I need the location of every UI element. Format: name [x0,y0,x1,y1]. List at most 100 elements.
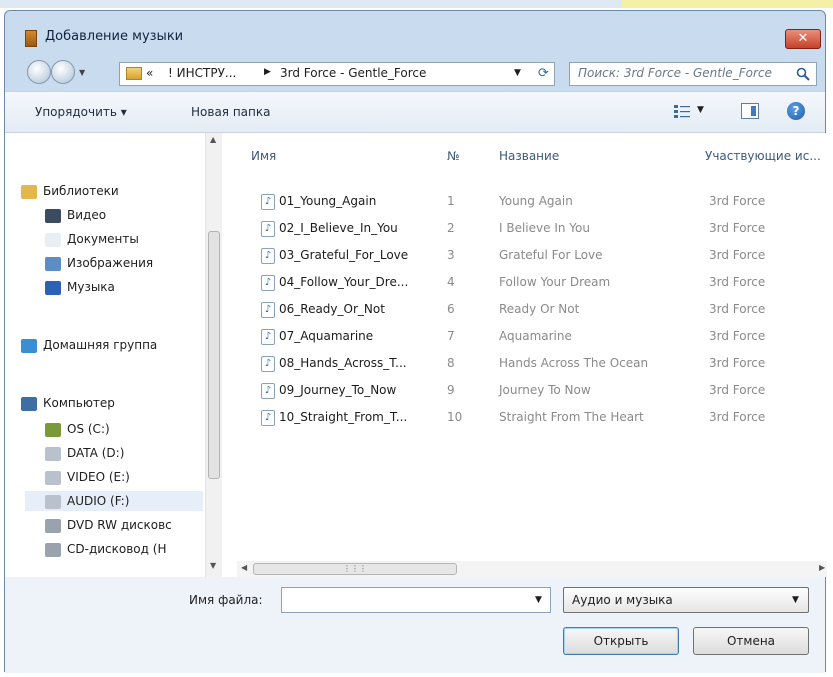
sidebar-item-label: DATA (D:) [67,446,125,460]
breadcrumb[interactable]: « ! ИНСТРУ... ▶ 3rd Force - Gentle_Force… [119,62,555,86]
navigation-pane: Библиотеки Видео Документы Изображения Музык… [5,133,237,577]
track-number: 10 [447,410,463,424]
filename-dropdown-icon[interactable]: ▼ [535,595,542,605]
refresh-icon[interactable]: ⟳ [538,66,549,81]
column-header-title[interactable]: Название [499,149,559,163]
audio-file-icon: ♪ [261,383,275,399]
breadcrumb-overflow[interactable]: « [146,66,153,80]
audio-file-icon: ♪ [261,410,275,426]
recent-pages-dropdown[interactable]: ▼ [79,68,85,77]
audio-file-icon: ♪ [261,356,275,372]
sidebar-item[interactable]: Библиотеки [21,181,119,201]
sidebar-item[interactable]: DVD RW дисковс [45,515,172,535]
search-icon[interactable] [796,67,810,81]
sidebar-item[interactable]: Документы [45,229,139,249]
scroll-up-icon[interactable]: ▲ [210,135,216,144]
pictures-icon [45,256,61,271]
file-row[interactable]: ♪ 09_Journey_To_Now 9 Journey To Now 3rd For… [237,378,827,405]
file-row[interactable]: ♪ 08_Hands_Across_T... 8 Hands Across The O… [237,351,827,378]
optical-drive-icon [45,518,61,533]
audio-file-icon: ♪ [261,329,275,345]
sidebar-item-label: CD-дисковод (H [67,542,167,556]
sidebar-item[interactable]: VIDEO (E:) [45,467,130,487]
sidebar-item[interactable]: DATA (D:) [45,443,124,463]
view-options-icon[interactable] [673,103,691,119]
column-header-number[interactable]: № [447,149,459,163]
scroll-right-icon[interactable]: ▶ [819,563,825,572]
scroll-down-icon[interactable]: ▼ [210,561,216,570]
audio-file-icon: ♪ [261,248,275,264]
sidebar-item-label: Документы [67,232,139,246]
sidebar-item-label: OS (C:) [67,422,110,436]
track-artist: 3rd Force [709,275,766,289]
address-dropdown-icon[interactable]: ▼ [514,68,521,78]
drive-icon [45,470,61,485]
file-row[interactable]: ♪ 06_Ready_Or_Not 6 Ready Or Not 3rd Force [237,297,827,324]
sidebar-item-label: Музыка [67,280,115,294]
navigation-scrollbar[interactable]: ▲ ▼ [205,133,222,577]
view-dropdown-icon[interactable]: ▼ [697,105,704,115]
libraries-icon [21,184,37,199]
file-row[interactable]: ♪ 01_Young_Again 1 Young Again 3rd Force [237,189,827,216]
file-type-select[interactable]: Аудио и музыка ▼ [563,587,809,613]
track-title: Journey To Now [499,383,591,397]
track-artist: 3rd Force [709,383,766,397]
file-row[interactable]: ♪ 07_Aquamarine 7 Aquamarine 3rd Force [237,324,827,351]
file-name: 06_Ready_Or_Not [279,302,385,316]
file-row[interactable]: ♪ 02_I_Believe_In_You 2 I Believe In You 3rd… [237,216,827,243]
sidebar-item[interactable]: OS (C:) [45,419,110,439]
track-number: 3 [447,248,455,262]
scroll-left-icon[interactable]: ◀ [241,563,247,572]
breadcrumb-segment[interactable]: ! ИНСТРУ... [168,66,236,80]
track-title: Ready Or Not [499,302,580,316]
new-folder-button[interactable]: Новая папка [191,105,270,119]
drive-c-icon [45,422,61,437]
sidebar-item[interactable]: AUDIO (F:) [25,491,203,511]
music-icon [45,280,61,295]
forward-button[interactable] [51,60,75,84]
file-row[interactable]: ♪ 04_Follow_Your_Dre... 4 Follow Your Dream… [237,270,827,297]
track-artist: 3rd Force [709,194,766,208]
preview-pane-icon[interactable] [741,103,759,119]
column-header-name[interactable]: Имя [251,149,276,163]
breadcrumb-segment[interactable]: 3rd Force - Gentle_Force [280,66,426,80]
file-row[interactable]: ♪ 10_Straight_From_T... 10 Straight From Th… [237,405,827,432]
background-strip [0,0,833,8]
file-row[interactable]: ♪ 03_Grateful_For_Love 3 Grateful For Love 3… [237,243,827,270]
sidebar-item[interactable]: Изображения [45,253,153,273]
sidebar-item[interactable]: Музыка [45,277,115,297]
track-title: Grateful For Love [499,248,603,262]
cancel-button[interactable]: Отмена [693,627,809,655]
track-title: Hands Across The Ocean [499,356,649,370]
track-number: 8 [447,356,455,370]
dialog-footer: Имя файла: ▼ Аудио и музыка ▼ Открыть От… [5,577,825,673]
track-artist: 3rd Force [709,302,766,316]
help-icon[interactable]: ? [787,102,805,120]
search-placeholder: Поиск: 3rd Force - Gentle_Force [578,66,772,80]
filename-input[interactable] [281,587,551,613]
column-header-artist[interactable]: Участвующие ис... [705,149,821,163]
homegroup-icon [21,338,37,353]
sidebar-item-label: DVD RW дисковс [67,518,172,532]
title-bar: Добавление музыки ✕ [5,11,825,59]
sidebar-item[interactable]: Компьютер [21,393,115,413]
sidebar-item[interactable]: Домашняя группа [21,335,157,355]
scroll-thumb[interactable] [208,231,220,479]
search-input[interactable]: Поиск: 3rd Force - Gentle_Force [569,62,817,86]
sidebar-item[interactable]: CD-дисковод (H [45,539,166,559]
horizontal-scrollbar[interactable]: ◀ ⋮⋮⋮ ▶ [237,561,827,577]
track-artist: 3rd Force [709,329,766,343]
file-name: 07_Aquamarine [279,329,374,343]
back-button[interactable] [27,60,51,84]
sidebar-item-label: Изображения [67,256,154,270]
breadcrumb-arrow-icon[interactable]: ▶ [264,67,271,77]
track-number: 4 [447,275,455,289]
organize-button[interactable]: Упорядочить ▾ [35,105,127,119]
close-button[interactable]: ✕ [785,29,821,49]
open-button[interactable]: Открыть [563,627,679,655]
file-name: 08_Hands_Across_T... [279,356,407,370]
track-title: Straight From The Heart [499,410,644,424]
track-title: Aquamarine [499,329,572,343]
sidebar-item[interactable]: Видео [45,205,106,225]
scroll-thumb[interactable]: ⋮⋮⋮ [253,563,457,575]
